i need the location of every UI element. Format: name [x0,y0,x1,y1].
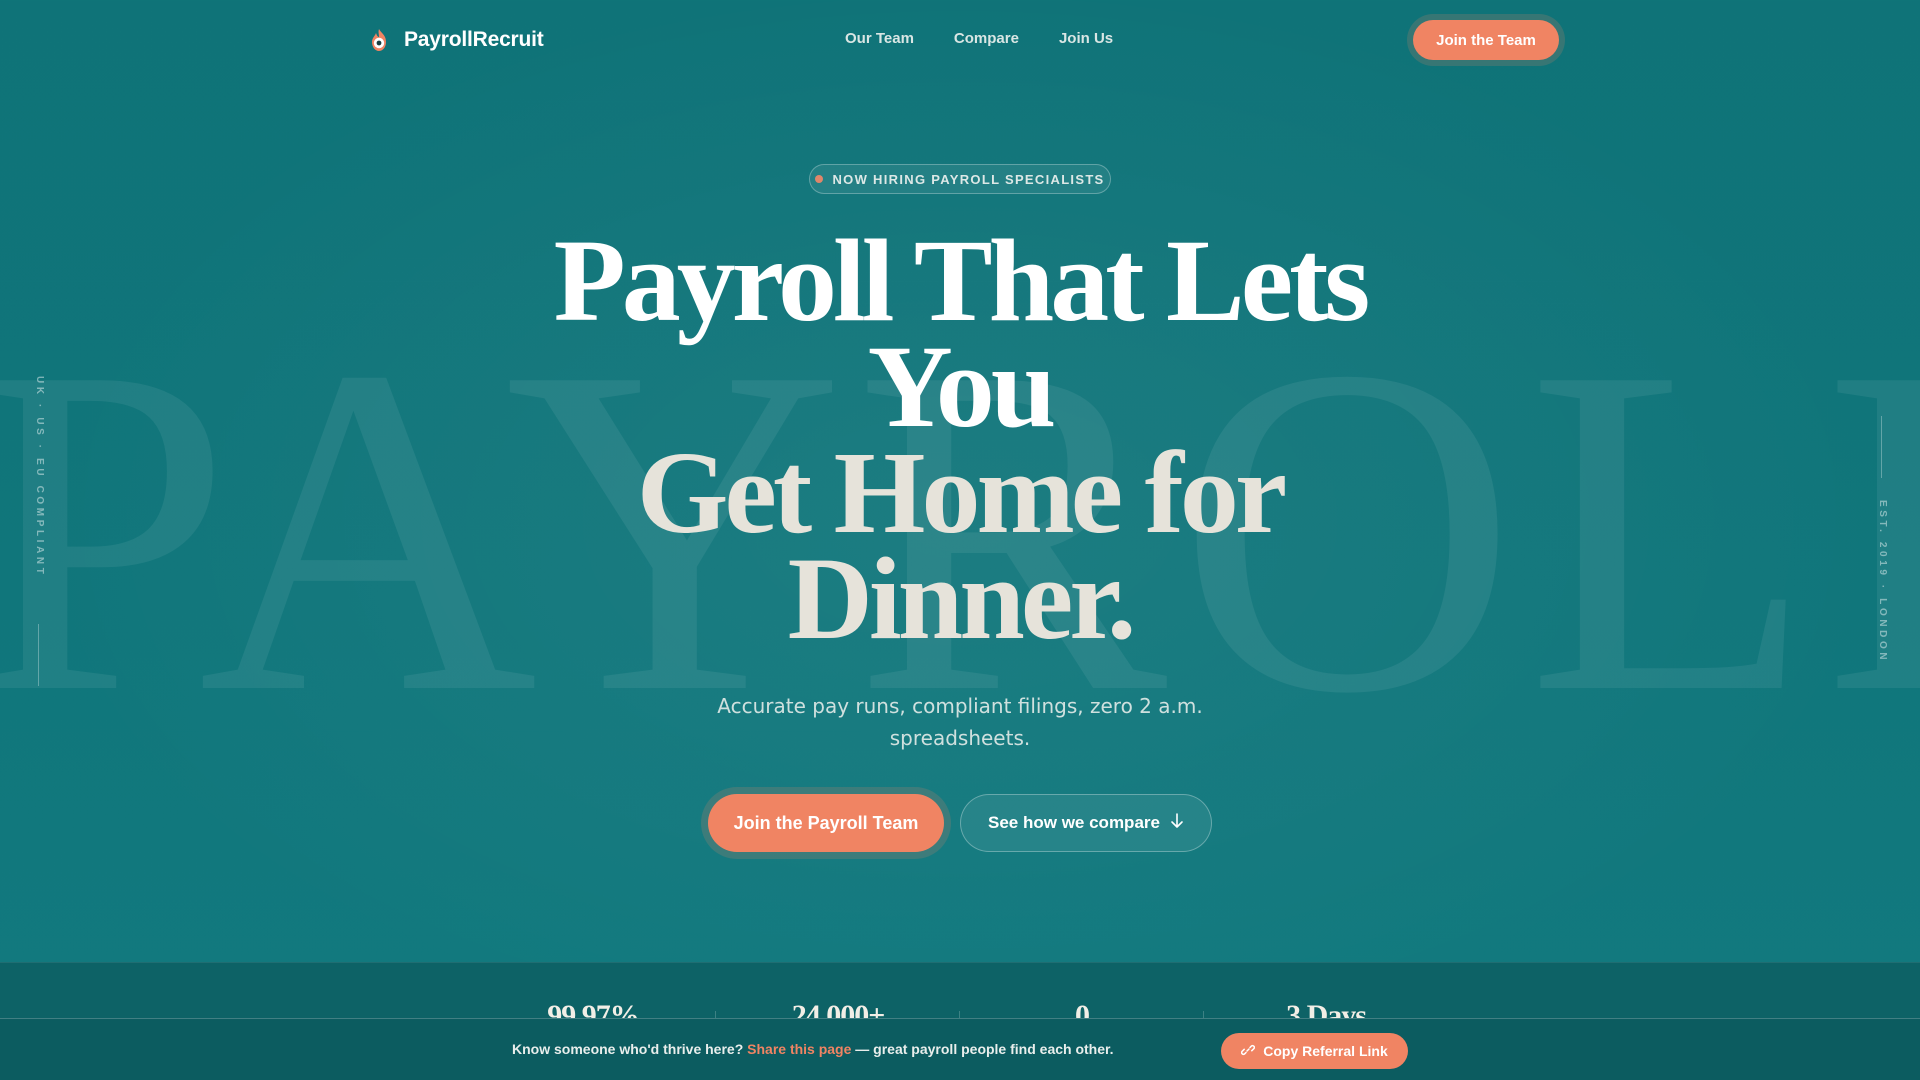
copy-referral-link-label: Copy Referral Link [1263,1043,1388,1059]
badge-dot-icon [815,175,824,183]
hero-subtitle: Accurate pay runs, compliant filings, ze… [717,694,1203,750]
arrow-down-icon [1170,812,1184,834]
side-right-divider [1881,416,1882,478]
side-left-divider [38,624,39,686]
nav-link-join-us[interactable]: Join Us [1059,30,1113,47]
hero-title-line-2: You [867,321,1057,452]
nav-link-compare[interactable]: Compare [954,30,1019,47]
nav-links: Our Team Compare Join Us [845,30,1113,47]
hero-title-line-4: Dinner. [787,533,1137,664]
brand-name: PayrollRecruit [404,28,544,51]
referral-suffix: — great payroll people find each other. [855,1041,1114,1057]
share-this-page-link[interactable]: Share this page [747,1041,851,1057]
referral-bar: Know someone who'd thrive here? Share th… [0,1018,1920,1080]
link-icon [1241,1043,1256,1060]
hiring-badge-text: NOW HIRING PAYROLL SPECIALISTS [832,171,1105,187]
referral-message: Know someone who'd thrive here? Share th… [512,1041,1114,1057]
hero-title-line-3: Get Home for [636,427,1288,558]
join-the-team-button[interactable]: Join the Team [1413,20,1559,60]
see-how-we-compare-button[interactable]: See how we compare [960,794,1212,852]
flame-icon [366,27,392,53]
hiring-badge: NOW HIRING PAYROLL SPECIALISTS [809,164,1111,194]
brand-logo[interactable]: PayrollRecruit [366,24,544,56]
referral-prefix: Know someone who'd thrive here? [512,1041,744,1057]
nav-link-our-team[interactable]: Our Team [845,30,914,47]
copy-referral-link-button[interactable]: Copy Referral Link [1221,1033,1408,1069]
hero-title-line-1: Payroll That Lets [553,215,1371,346]
top-navigation: PayrollRecruit Our Team Compare Join Us … [0,0,1920,80]
see-how-we-compare-label: See how we compare [988,813,1160,832]
side-label-compliance: UK · US · EU COMPLIANT [34,376,45,578]
hero-title: Payroll That Lets You Get Home for Dinne… [460,215,1460,664]
side-label-established: EST. 2019 · LONDON [1877,500,1888,664]
join-the-payroll-team-button[interactable]: Join the Payroll Team [708,794,944,852]
